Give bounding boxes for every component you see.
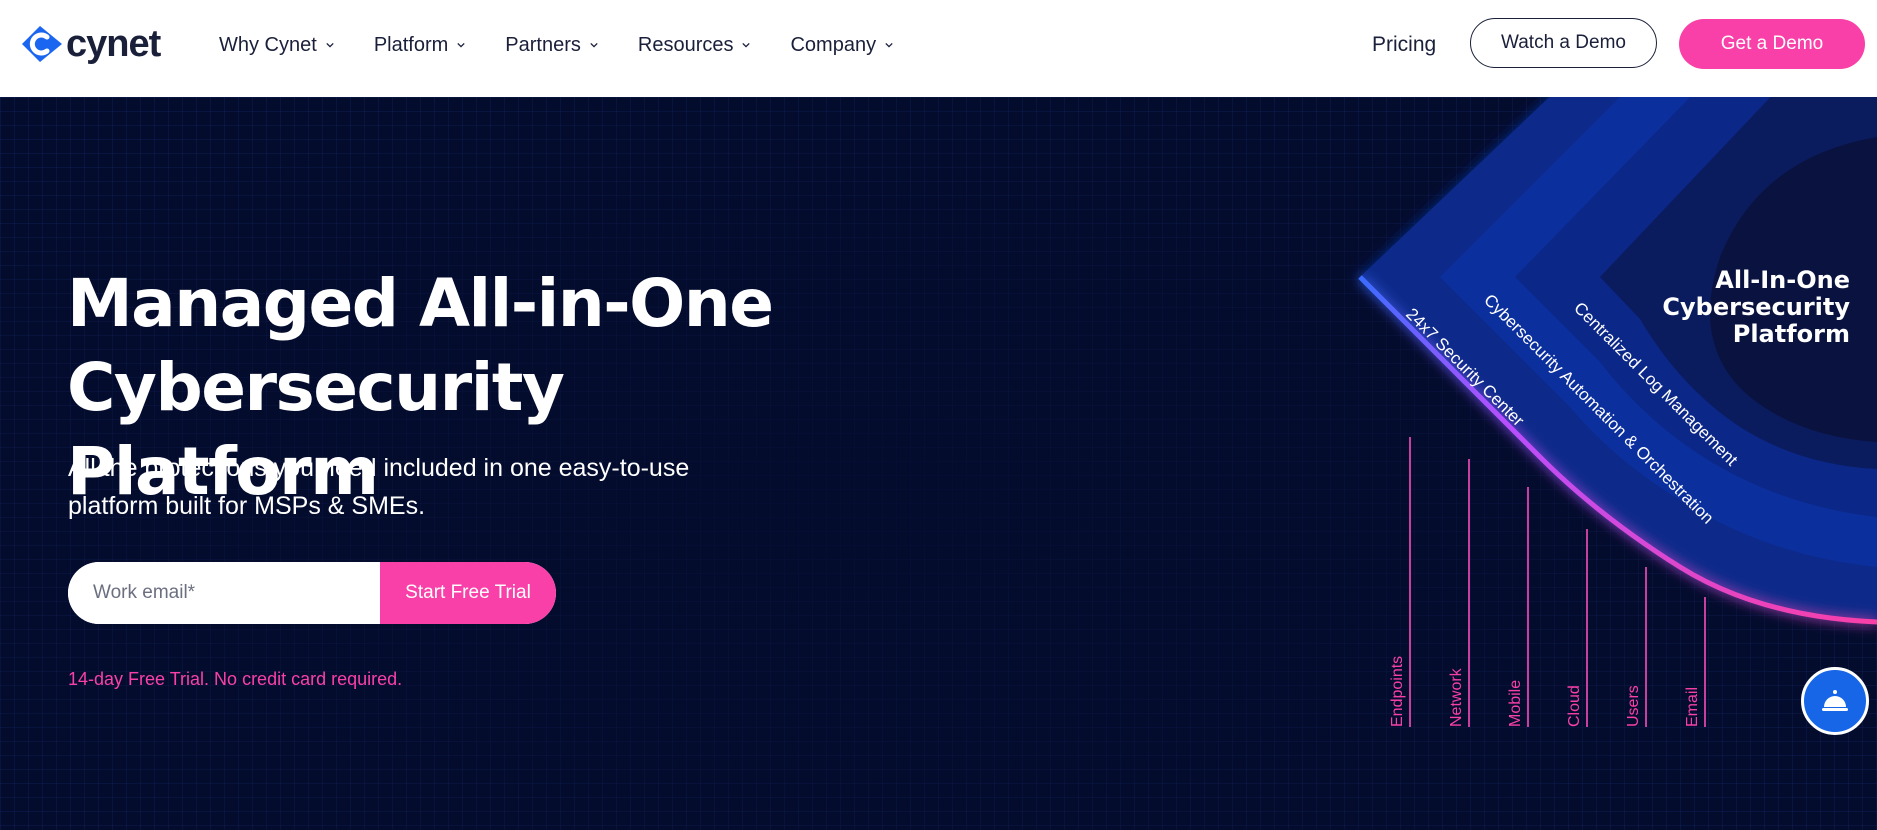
core-label-line-3: Platform <box>1733 320 1850 348</box>
hero-subtitle-line-2: platform built for MSPs & SMEs. <box>68 492 426 520</box>
hero-section: Managed All-in-One Cybersecurity Platfor… <box>0 97 1877 830</box>
chevron-down-icon <box>457 42 465 48</box>
chevron-down-icon <box>885 42 893 48</box>
logo-wordmark: cynet <box>66 23 161 65</box>
main-menu: Why Cynet Platform Partners Resources Co… <box>219 30 933 60</box>
work-email-input[interactable] <box>68 562 380 624</box>
core-label-line-1: All-In-One <box>1715 266 1850 294</box>
nav-platform-label: Platform <box>373 33 449 56</box>
nav-platform[interactable]: Platform <box>374 30 465 60</box>
nav-resources-label: Resources <box>637 33 734 56</box>
nav-company-label: Company <box>790 33 877 56</box>
hero-title-line-1: Managed All-in-One <box>67 265 774 342</box>
source-label-users: Users <box>1625 685 1642 727</box>
source-label-email: Email <box>1684 687 1701 727</box>
start-free-trial-button[interactable]: Start Free Trial <box>380 562 556 624</box>
get-demo-button[interactable]: Get a Demo <box>1679 19 1865 69</box>
chevron-down-icon <box>590 42 598 48</box>
source-label-network: Network <box>1448 667 1465 727</box>
cynet-logo-icon <box>22 26 62 62</box>
nav-why-cynet[interactable]: Why Cynet <box>219 30 334 60</box>
trial-note: 14-day Free Trial. No credit card requir… <box>68 669 403 689</box>
source-label-endpoints: Endpoints <box>1389 656 1406 727</box>
concierge-bell-icon <box>1822 690 1848 711</box>
source-label-mobile: Mobile <box>1507 680 1524 727</box>
hero-subtitle-line-1: All the protections you need included in… <box>68 454 690 482</box>
trial-signup-form: Start Free Trial <box>68 562 556 624</box>
chevron-down-icon <box>742 42 751 48</box>
chevron-down-icon <box>326 42 334 48</box>
nav-pricing-link[interactable]: Pricing <box>1372 30 1436 60</box>
nav-partners-label: Partners <box>505 33 581 56</box>
source-label-cloud: Cloud <box>1566 685 1583 727</box>
core-label-line-2: Cybersecurity <box>1662 293 1850 321</box>
cynet-logo[interactable]: cynet <box>20 22 161 66</box>
top-navbar: cynet Why Cynet Platform Partners Resour… <box>0 0 1877 97</box>
hero-subtitle: All the protections you need included in… <box>68 449 708 525</box>
platform-layers-graphic: 24x7 Security Center Cybersecurity Autom… <box>1358 97 1877 727</box>
chat-launcher-button[interactable] <box>1801 667 1869 735</box>
nav-partners[interactable]: Partners <box>505 30 598 60</box>
watch-demo-button[interactable]: Watch a Demo <box>1470 18 1657 68</box>
nav-company[interactable]: Company <box>790 30 893 60</box>
nav-resources[interactable]: Resources <box>638 30 751 60</box>
nav-why-cynet-label: Why Cynet <box>219 33 317 56</box>
